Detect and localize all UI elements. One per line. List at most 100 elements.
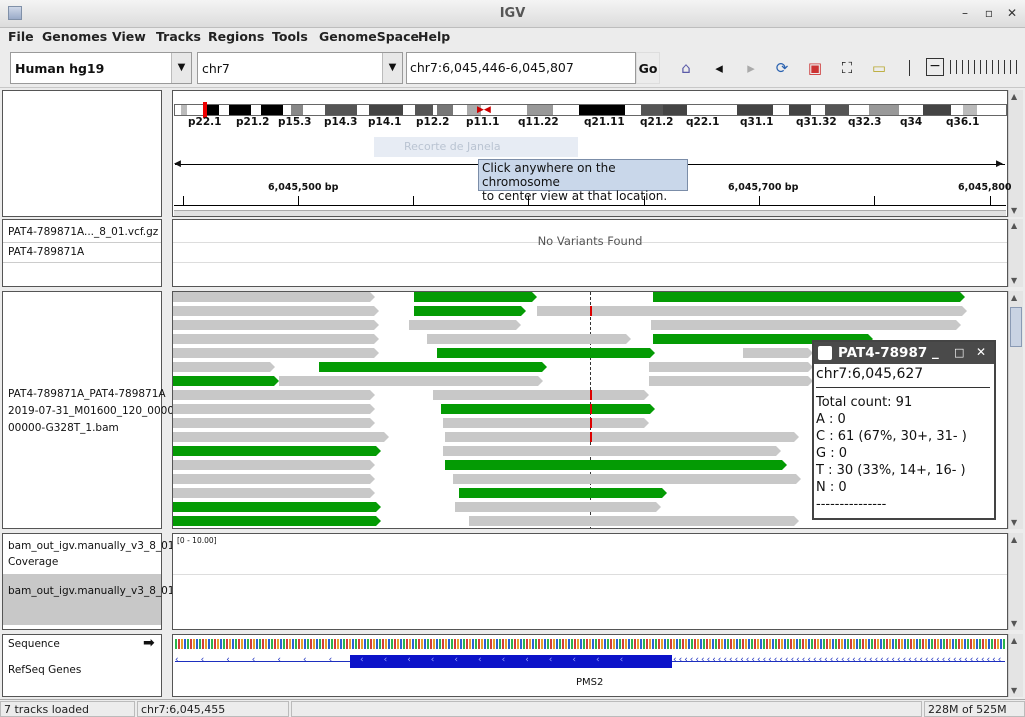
read[interactable] <box>173 292 375 302</box>
read[interactable] <box>319 362 547 372</box>
read[interactable] <box>649 362 813 372</box>
read[interactable] <box>649 376 813 386</box>
read[interactable] <box>441 404 655 414</box>
read[interactable] <box>173 390 375 400</box>
read[interactable] <box>427 334 631 344</box>
read[interactable] <box>743 348 813 358</box>
close-icon[interactable]: ✕ <box>976 345 986 359</box>
chevron-down-icon[interactable]: ▼ <box>171 53 191 83</box>
locus-input[interactable]: chr7:6,045,446-6,045,807 <box>406 52 636 84</box>
menu-tracks[interactable]: Tracks <box>156 29 201 44</box>
popup-position: chr7:6,045,627 <box>816 366 990 388</box>
read[interactable] <box>445 460 787 470</box>
resize-icon[interactable]: ⛶ <box>837 58 857 78</box>
minimize-icon[interactable]: – <box>958 6 972 20</box>
read[interactable] <box>433 390 649 400</box>
read[interactable] <box>537 306 967 316</box>
selected-track-bg <box>3 574 161 625</box>
chromosome-select[interactable]: chr7 ▼ <box>197 52 403 84</box>
read[interactable] <box>173 348 379 358</box>
read[interactable] <box>173 376 279 386</box>
read[interactable] <box>173 432 389 442</box>
read[interactable] <box>173 418 375 428</box>
read[interactable] <box>469 516 799 526</box>
read[interactable] <box>414 306 526 316</box>
gene-exon[interactable]: ‹‹‹‹‹‹‹‹‹‹‹‹ <box>350 655 672 668</box>
variant-data-panel[interactable]: No Variants Found <box>172 219 1008 287</box>
sequence-label[interactable]: Sequence <box>8 638 60 650</box>
read[interactable] <box>443 418 649 428</box>
minimize-icon[interactable]: _ <box>932 344 939 360</box>
chevron-down-icon[interactable]: ▼ <box>382 53 402 83</box>
go-button[interactable]: Go <box>636 52 660 84</box>
genome-select[interactable]: Human hg19 ▼ <box>10 52 192 84</box>
bam-label-line-3[interactable]: 00000-G328T_1.bam <box>8 422 119 434</box>
header-scrollbar[interactable]: ▲ ▼ <box>1008 90 1023 217</box>
variant-scrollbar[interactable]: ▲ ▼ <box>1008 219 1023 287</box>
popup-info-icon[interactable]: ▭ <box>869 58 889 78</box>
alignment-scrollbar[interactable]: ▲ ▼ <box>1008 291 1023 529</box>
menu-genomes[interactable]: Genomes <box>42 29 107 44</box>
bam-junction-label[interactable]: bam_out_igv.manually_v3_8_01. <box>8 585 178 597</box>
zoom-out-icon[interactable]: − <box>926 58 944 76</box>
menu-file[interactable]: File <box>8 29 34 44</box>
coverage-label[interactable]: Coverage <box>8 556 58 568</box>
menu-genomespace[interactable]: GenomeSpace <box>319 29 419 44</box>
menu-help[interactable]: Help <box>418 29 450 44</box>
alignment-name-panel: PAT4-789871A_PAT4-789871A 2019-07-31_M01… <box>2 291 174 529</box>
read[interactable] <box>173 306 379 316</box>
ruler-tick <box>990 196 991 205</box>
strand-arrow-icon[interactable]: ➡ <box>143 635 155 651</box>
read[interactable] <box>453 474 801 484</box>
region-icon[interactable]: ▣ <box>805 58 825 78</box>
maximize-icon[interactable]: □ <box>954 346 964 359</box>
allele-popup[interactable]: PAT4-78987 _ □ ✕ chr7:6,045,627 Total co… <box>812 340 996 520</box>
read[interactable] <box>455 502 661 512</box>
coverage-data-panel[interactable]: [0 - 10.00] <box>172 533 1008 630</box>
coverage-track-label[interactable]: bam_out_igv.manually_v3_8_01. <box>8 540 178 552</box>
read[interactable] <box>445 432 799 442</box>
read[interactable] <box>173 474 375 484</box>
read[interactable] <box>173 488 375 498</box>
read[interactable] <box>173 516 381 526</box>
refresh-icon[interactable]: ⟳ <box>772 58 792 78</box>
read[interactable] <box>173 460 375 470</box>
gene-name[interactable]: PMS2 <box>576 677 603 688</box>
bam-label-line-2[interactable]: 2019-07-31_M01600_120_0000 <box>8 405 174 417</box>
vcf-track-label[interactable]: PAT4-789871A..._8_01.vcf.gz <box>8 226 158 238</box>
coverage-scrollbar[interactable]: ▲ ▼ <box>1008 533 1023 630</box>
read[interactable] <box>173 404 375 414</box>
feature-scrollbar[interactable]: ▲ ▼ <box>1008 634 1023 697</box>
cytoband <box>205 105 219 115</box>
popup-header[interactable]: PAT4-78987 _ □ ✕ <box>814 342 994 364</box>
read[interactable] <box>173 502 381 512</box>
sample-label[interactable]: PAT4-789871A <box>8 246 84 258</box>
read[interactable] <box>414 292 537 302</box>
zoom-slider[interactable] <box>950 60 1022 74</box>
feature-data-panel[interactable]: ‹‹‹‹‹‹ ‹‹ ‹‹‹‹‹‹‹‹‹‹ ‹‹ ‹‹‹‹‹‹‹‹‹‹‹‹‹‹‹‹‹‹… <box>172 634 1008 697</box>
read[interactable] <box>173 334 379 344</box>
refseq-label[interactable]: RefSeq Genes <box>8 664 81 676</box>
maximize-icon[interactable]: ▫ <box>982 6 996 20</box>
read[interactable] <box>409 320 521 330</box>
close-icon[interactable]: ✕ <box>1005 6 1019 20</box>
read[interactable] <box>279 376 543 386</box>
forward-icon[interactable]: ▸ <box>741 58 761 78</box>
read[interactable] <box>443 446 781 456</box>
menu-tools[interactable]: Tools <box>272 29 308 44</box>
menu-view[interactable]: View <box>112 29 146 44</box>
read[interactable] <box>651 320 961 330</box>
read[interactable] <box>459 488 667 498</box>
read[interactable] <box>173 362 275 372</box>
band-label: q21.11 <box>584 116 625 128</box>
scroll-thumb[interactable] <box>1010 307 1022 347</box>
read[interactable] <box>173 446 381 456</box>
back-icon[interactable]: ◂ <box>709 58 729 78</box>
read[interactable] <box>437 348 655 358</box>
home-icon[interactable]: ⌂ <box>676 58 696 78</box>
chromosome-ideogram[interactable]: ▶◀ <box>174 102 1007 118</box>
menu-regions[interactable]: Regions <box>208 29 264 44</box>
read[interactable] <box>173 320 379 330</box>
bam-label-line-1[interactable]: PAT4-789871A_PAT4-789871A <box>8 388 166 400</box>
read[interactable] <box>653 292 965 302</box>
